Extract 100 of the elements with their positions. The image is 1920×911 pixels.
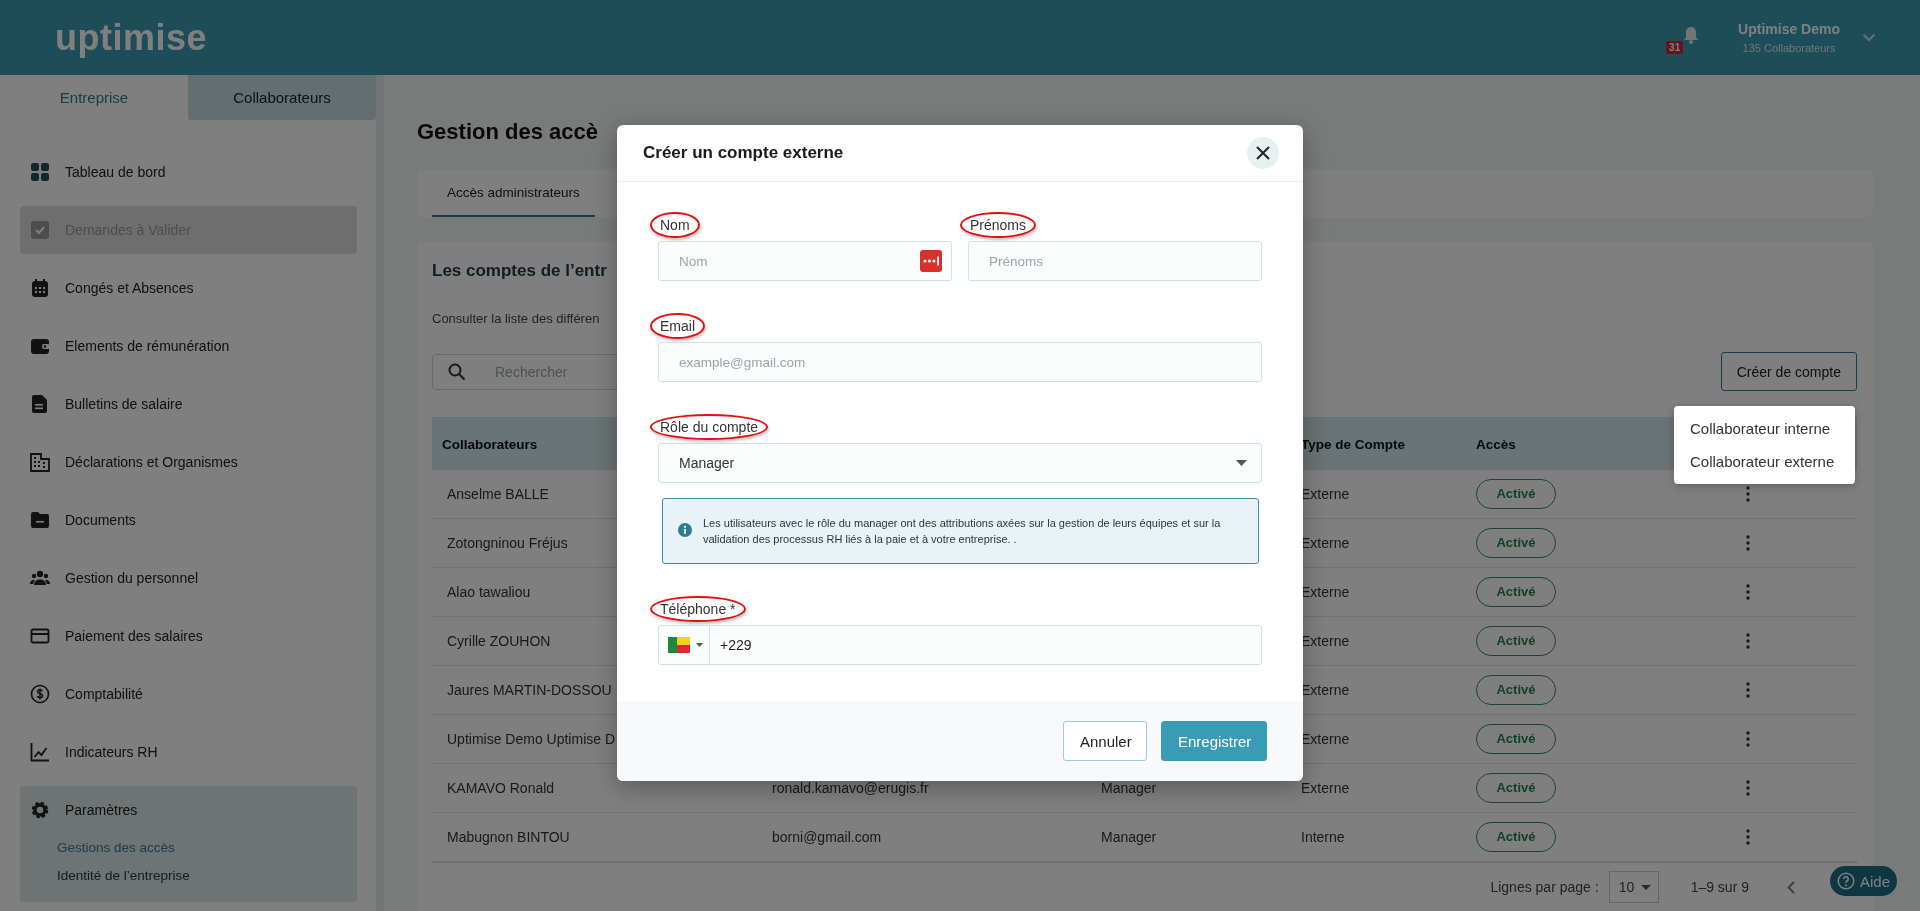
field-label: Téléphone *	[650, 596, 746, 622]
caret-icon	[1236, 460, 1247, 466]
table-cell: ronald.kamavo@erugis.fr	[772, 780, 929, 796]
table-cell: Zotongninou Fréjus	[447, 535, 568, 551]
sidebar-item[interactable]: Comptabilité	[20, 670, 357, 718]
kebab-icon	[1746, 584, 1750, 600]
section-title: Les comptes de l’entr	[432, 261, 607, 281]
document-icon	[30, 394, 50, 414]
input-field[interactable]: Nom	[658, 241, 952, 281]
column-header: Type de Compte	[1301, 436, 1405, 452]
caret-icon	[696, 643, 703, 647]
field-label: Rôle du compte	[650, 414, 769, 440]
sidebar-item-label: Congés et Absences	[65, 280, 194, 296]
table-cell: Manager	[1101, 829, 1157, 845]
sidebar-item[interactable]: Bulletins de salaire	[20, 380, 357, 428]
field-label: Prénoms	[960, 212, 1037, 238]
checkbox-icon	[30, 220, 50, 240]
settings-icon	[30, 800, 50, 820]
help-button[interactable]: Aide	[1830, 866, 1897, 896]
rows-per-page-label: Lignes par page :	[1490, 879, 1599, 895]
kebab-icon	[1746, 829, 1750, 845]
menu-item[interactable]: Collaborateur externe	[1674, 445, 1855, 478]
line-chart-icon	[30, 742, 50, 762]
table-cell: Anselme BALLE	[447, 486, 549, 502]
input-field[interactable]: Prénoms	[968, 241, 1262, 281]
tab[interactable]: Accès administrateurs	[432, 169, 595, 217]
people-icon	[30, 568, 50, 588]
bell-icon	[1684, 25, 1699, 44]
save-button[interactable]: Enregistrer	[1161, 721, 1267, 761]
create-account-button[interactable]: Créer de compte	[1720, 352, 1857, 391]
table-cell: Externe	[1301, 780, 1350, 796]
input-field[interactable]: example@gmail.com	[658, 342, 1262, 382]
sidebar-tab[interactable]: Collaborateurs	[188, 75, 376, 120]
kebab-icon	[1746, 486, 1750, 502]
chevron-down-icon	[1862, 33, 1876, 42]
table-cell: Cyrille ZOUHON	[447, 633, 551, 649]
menu-item[interactable]: Collaborateur interne	[1674, 412, 1855, 445]
table-cell: Manager	[1101, 780, 1157, 796]
kebab-icon	[1746, 731, 1750, 747]
help-icon	[1837, 872, 1855, 890]
wallet-icon	[30, 336, 50, 356]
sidebar-item-label: Gestion du personnel	[65, 570, 199, 586]
sidebar-subitem[interactable]: Identité de l’entreprise	[20, 862, 190, 890]
sidebar-item-label: Documents	[65, 512, 136, 528]
column-header: Accès	[1476, 436, 1516, 452]
search-icon	[448, 362, 466, 381]
cancel-button[interactable]: Annuler	[1063, 721, 1147, 761]
sidebar-item-label: Paiement des salaires	[65, 628, 203, 644]
sidebar-subitem[interactable]: Gestions des accès	[20, 834, 175, 862]
sidebar-item[interactable]: Paramètres	[20, 786, 357, 834]
close-button[interactable]	[1247, 137, 1279, 169]
info-text: Les utilisateurs avec le rôle du manager ont des attributions axées sur la gestion de leurs équipes et sur la validation des processus RH liés à la paie et à votre entreprise. .	[703, 516, 1222, 547]
info-icon	[678, 523, 692, 537]
sidebar-item[interactable]: Indicateurs RH	[20, 728, 357, 776]
kebab-icon	[1746, 633, 1750, 649]
password-manager-icon	[920, 250, 942, 272]
role-select[interactable]: Manager	[658, 443, 1262, 483]
field-label: Email	[650, 313, 705, 339]
sidebar-item-label: Paramètres	[65, 802, 138, 818]
sidebar-item-label: Tableau de bord	[65, 164, 166, 180]
folder-icon	[30, 510, 50, 530]
chevron-left-icon	[1787, 880, 1795, 894]
flag-icon	[668, 637, 690, 653]
phone-number-input[interactable]: +229	[710, 636, 1261, 654]
kebab-icon	[1746, 535, 1750, 551]
sidebar-item[interactable]: Documents	[20, 496, 357, 544]
section-subtitle: Consulter la liste des différen	[432, 311, 600, 326]
table-cell: Mabugnon BINTOU	[447, 829, 570, 845]
sidebar-item[interactable]: Paiement des salaires	[20, 612, 357, 660]
close-icon	[1256, 146, 1270, 160]
phone-field[interactable]: +229	[658, 625, 1262, 665]
table-cell: Alao tawaliou	[447, 584, 531, 600]
table-cell: KAMAVO Ronald	[447, 780, 555, 796]
table-cell: Uptimise Demo Uptimise D	[447, 731, 616, 747]
building-icon	[30, 452, 50, 472]
sidebar-item[interactable]: Elements de rémunération	[20, 322, 357, 370]
page-title: Gestion des accè	[417, 118, 598, 146]
page-range: 1–9 sur 9	[1690, 879, 1749, 895]
dollar-icon	[30, 684, 50, 704]
field-label: Nom	[650, 212, 700, 238]
table-cell: Jaures MARTIN-DOSSOU	[447, 682, 612, 698]
notification-badge: 31	[1666, 40, 1684, 54]
sidebar-item-label: Bulletins de salaire	[65, 396, 183, 412]
kebab-icon	[1746, 682, 1750, 698]
sidebar-item-label: Déclarations et Organismes	[65, 454, 238, 470]
table-cell: borni@gmail.com	[772, 829, 882, 845]
dialog-title: Créer un compte externe	[643, 143, 844, 163]
account-name: Uptimise Demo	[1738, 21, 1840, 37]
sidebar-item[interactable]: Tableau de bord	[20, 148, 357, 196]
rows-per-page-select[interactable]: 10	[1608, 871, 1659, 903]
sidebar-item[interactable]: Déclarations et Organismes	[20, 438, 357, 486]
calendar-icon	[30, 278, 50, 298]
credit-card-icon	[30, 626, 50, 646]
table-cell: Interne	[1301, 829, 1345, 845]
sidebar-item-label: Indicateurs RH	[65, 744, 158, 760]
sidebar-item[interactable]: Gestion du personnel	[20, 554, 357, 602]
sidebar-item[interactable]: Congés et Absences	[20, 264, 357, 312]
previous-page-button[interactable]	[1785, 878, 1797, 896]
kebab-icon	[1746, 780, 1750, 796]
sidebar-item-label: Elements de rémunération	[65, 338, 230, 354]
